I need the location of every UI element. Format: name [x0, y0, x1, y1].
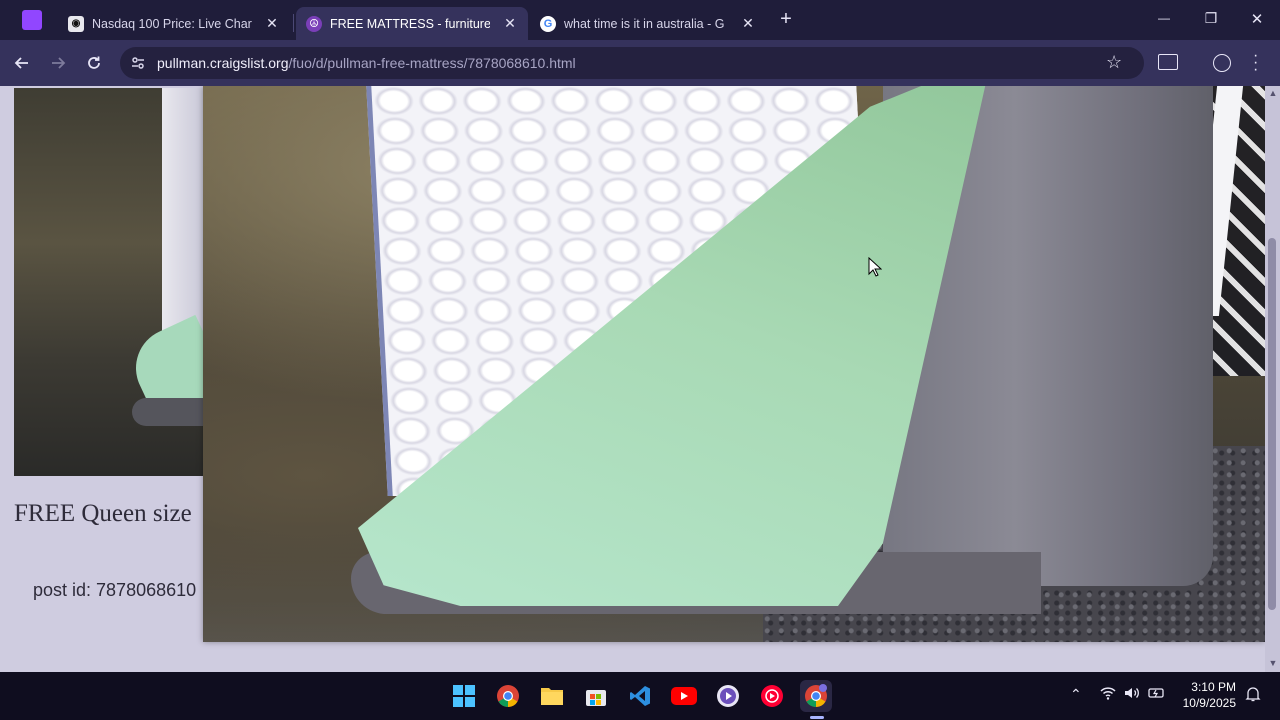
active-app-indicator — [810, 716, 824, 719]
close-tab-icon[interactable]: ✕ — [264, 15, 280, 32]
media-player-icon[interactable] — [712, 680, 744, 712]
reload-icon — [88, 56, 100, 69]
battery-charging-icon[interactable] — [1148, 686, 1166, 703]
menu-kebab-icon[interactable]: · · · — [1253, 48, 1258, 78]
page-content: FREE Queen size post id: 7878068610 ▲ ▼ — [0, 86, 1280, 672]
wifi-icon[interactable] — [1100, 686, 1116, 703]
file-explorer-icon[interactable] — [536, 680, 568, 712]
tab-nasdaq[interactable]: ◉ Nasdaq 100 Price: Live Chart, Fo ✕ — [58, 7, 290, 40]
chrome-profile-icon[interactable] — [800, 680, 832, 712]
show-hidden-icons-chevron-icon[interactable]: ⌃ — [1070, 686, 1082, 703]
youtube-music-icon[interactable] — [756, 680, 788, 712]
tab-title: what time is it in australia - Goo — [564, 16, 724, 31]
microsoft-store-icon[interactable] — [580, 680, 612, 712]
vscode-icon[interactable] — [624, 680, 656, 712]
forward-arrow-icon — [52, 57, 66, 69]
clock-date: 10/9/2025 — [1182, 696, 1236, 710]
windows-taskbar: ⌃ 3:10 PM 10/9/2025 — [0, 672, 1280, 720]
restore-button[interactable]: ❐ — [1199, 10, 1223, 27]
url-text[interactable]: pullman.craigslist.org/fuo/d/pullman-fre… — [157, 55, 576, 71]
thumb-mattress — [162, 88, 204, 338]
minimize-button[interactable]: — — [1152, 11, 1176, 25]
listing-thumbnail-image[interactable] — [14, 88, 204, 476]
close-tab-icon[interactable]: ✕ — [502, 15, 518, 32]
tab-strip: ◉ Nasdaq 100 Price: Live Chart, Fo ✕ ☮ F… — [0, 0, 1280, 40]
clock-time: 3:10 PM — [1191, 680, 1236, 694]
enlarged-listing-image[interactable] — [203, 86, 1265, 642]
scroll-down-arrow-icon[interactable]: ▼ — [1266, 658, 1280, 670]
volume-icon[interactable] — [1124, 686, 1140, 703]
tab-free-mattress[interactable]: ☮ FREE MATTRESS - furniture - by ✕ — [296, 7, 528, 40]
bookmark-star-icon[interactable]: ☆ — [1106, 52, 1122, 73]
cast-install-icon[interactable] — [1158, 54, 1178, 70]
forward-button[interactable] — [46, 51, 70, 75]
profile-icon[interactable] — [1213, 54, 1231, 72]
url-path: /fuo/d/pullman-free-mattress/7878068610.… — [288, 55, 576, 71]
youtube-icon[interactable] — [668, 680, 700, 712]
post-id: post id: 7878068610 — [33, 580, 197, 600]
thumb-base — [132, 398, 204, 426]
google-icon: G — [540, 15, 556, 32]
address-bar[interactable]: pullman.craigslist.org/fuo/d/pullman-fre… — [120, 47, 1144, 79]
taskbar-clock[interactable]: 3:10 PM 10/9/2025 — [1176, 679, 1236, 711]
scrollbar-thumb[interactable] — [1268, 238, 1276, 610]
chrome-icon[interactable] — [492, 680, 524, 712]
craigslist-peace-icon: ☮ — [306, 15, 322, 32]
notifications-icon[interactable] — [1245, 686, 1261, 705]
tab-title: Nasdaq 100 Price: Live Chart, Fo — [92, 16, 252, 31]
url-host: pullman.craigslist.org — [157, 55, 289, 71]
tab-title: FREE MATTRESS - furniture - by — [330, 16, 490, 31]
new-tab-button[interactable]: + — [776, 8, 796, 30]
tab-separator — [293, 14, 294, 32]
back-button[interactable] — [10, 51, 34, 75]
listing-title: FREE Queen size — [14, 500, 192, 527]
windows-start-icon[interactable] — [448, 680, 480, 712]
mouse-cursor-icon — [868, 257, 882, 277]
reload-button[interactable] — [82, 51, 106, 75]
back-arrow-icon — [14, 57, 28, 69]
close-tab-icon[interactable]: ✕ — [740, 15, 756, 32]
tab-google-search[interactable]: G what time is it in australia - Goo ✕ — [530, 7, 766, 40]
scroll-up-arrow-icon[interactable]: ▲ — [1266, 88, 1280, 100]
site-info-icon[interactable] — [130, 55, 146, 76]
twitch-icon[interactable] — [22, 10, 42, 30]
tradingview-icon: ◉ — [68, 15, 84, 32]
close-window-button[interactable]: ✕ — [1245, 10, 1269, 28]
